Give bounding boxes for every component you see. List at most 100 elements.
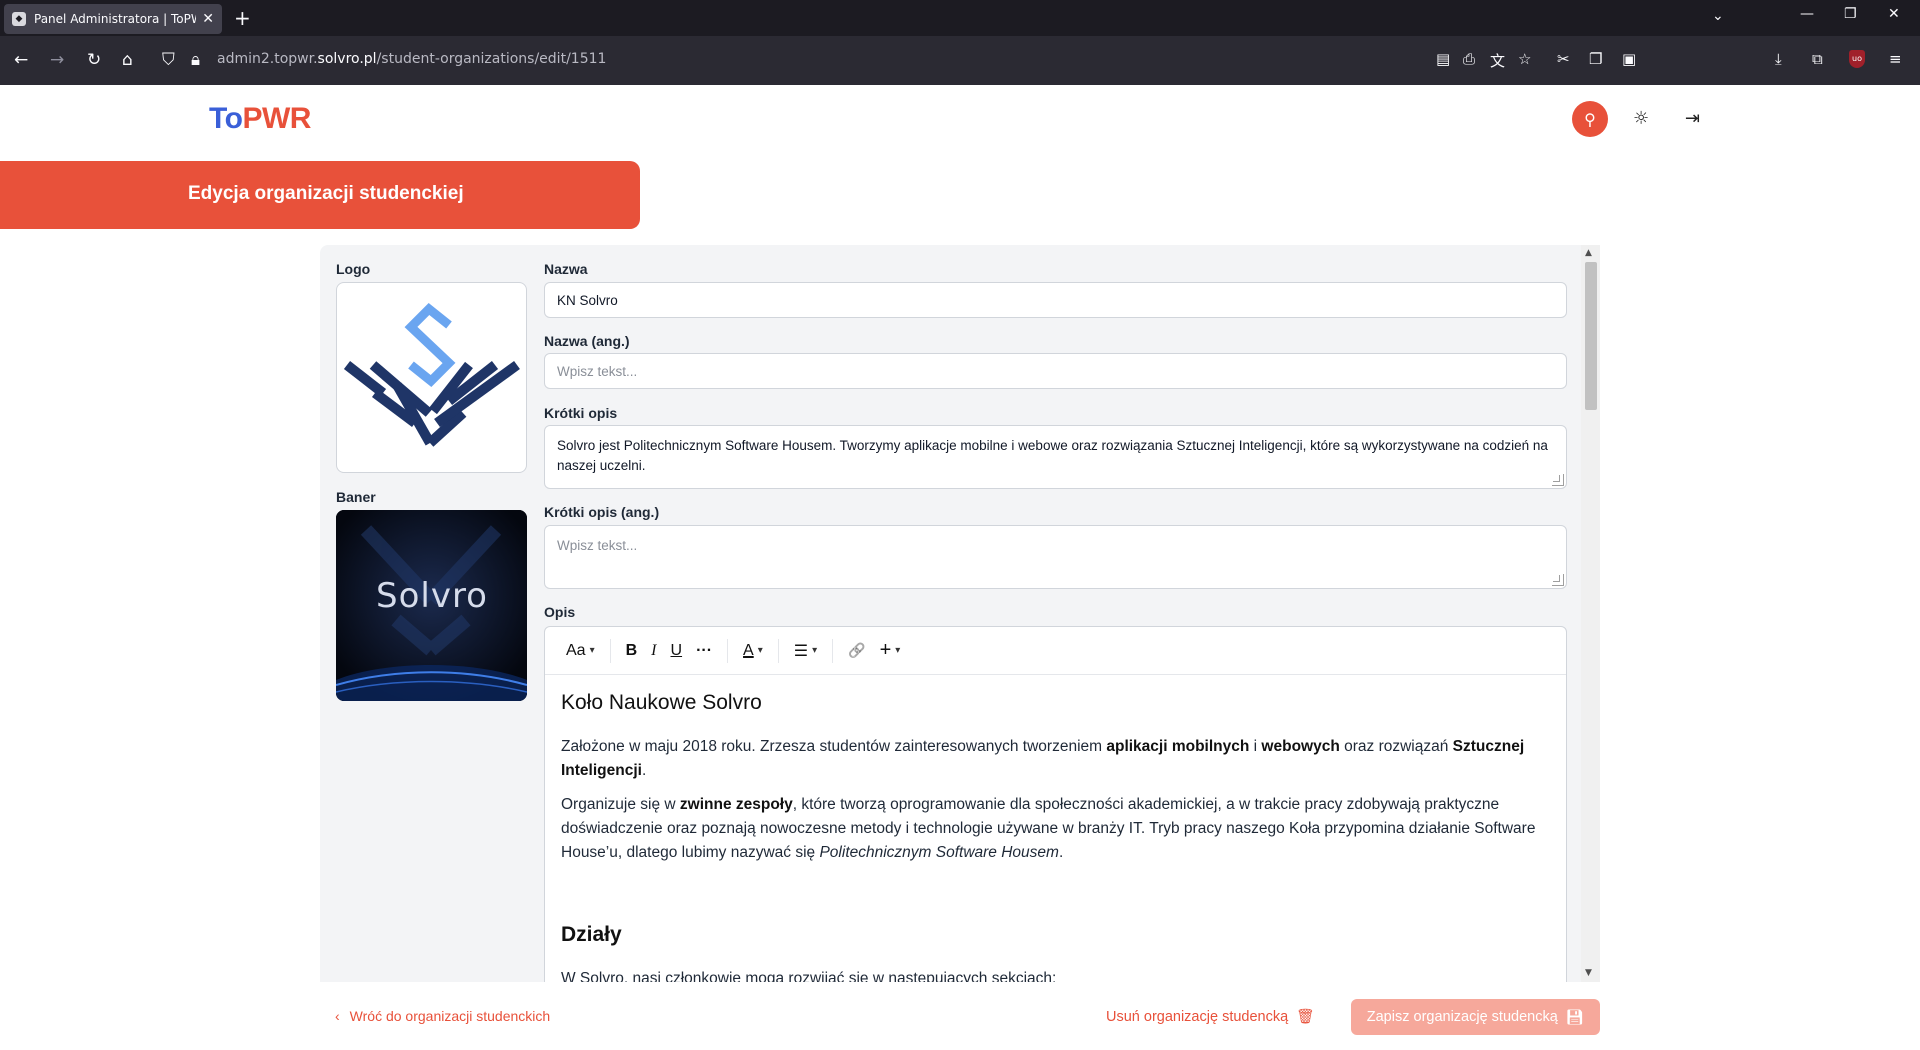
- insert-dropdown[interactable]: + ▾: [873, 636, 908, 666]
- list-dropdown[interactable]: ☰ ▾: [787, 636, 824, 666]
- chevron-left-icon: ‹: [335, 1008, 340, 1024]
- extensions-icon[interactable]: ⧉: [1812, 50, 1823, 68]
- underline-button[interactable]: U: [664, 636, 690, 666]
- translate-icon[interactable]: 文: [1490, 50, 1505, 71]
- toolbar-divider: [727, 638, 729, 663]
- italic-run: Politechnicznym Software Housem: [819, 844, 1059, 861]
- scrollbar-thumb[interactable]: [1585, 262, 1597, 410]
- toolbar-divider: [777, 638, 779, 663]
- solvro-logo-image: [343, 302, 520, 447]
- short-desc-textarea[interactable]: Solvro jest Politechnicznym Software Hou…: [544, 425, 1567, 489]
- rich-text-editor[interactable]: Aa ▾ B I U ··· A ▾ ☰ ▾ 🔗 + ▾ Koło Naukowe So…: [544, 626, 1567, 982]
- content-heading-1: Koło Naukowe Solvro: [561, 691, 762, 714]
- resize-handle-icon[interactable]: [1552, 474, 1564, 486]
- logo-to-text: To: [209, 102, 243, 135]
- text-run: .: [1058, 844, 1064, 861]
- url-path: /student-organizations/edit/1511: [376, 51, 607, 67]
- delete-label: Usuń organizację studencką: [1106, 1009, 1289, 1025]
- name-en-input[interactable]: Wpisz tekst...: [544, 353, 1567, 389]
- text-style-dropdown[interactable]: Aa ▾: [559, 636, 602, 666]
- user-avatar[interactable]: ⚲: [1572, 101, 1608, 137]
- address-bar[interactable]: admin2.topwr.solvro.pl/student-organizat…: [217, 51, 606, 67]
- list-icon: ☰: [793, 642, 809, 660]
- chevron-down-icon: ▾: [812, 645, 818, 656]
- content-heading-2: Działy: [561, 923, 622, 946]
- plus-icon: +: [879, 639, 892, 661]
- bold-run: webowych: [1261, 738, 1340, 755]
- restore-icon[interactable]: ❐: [1844, 6, 1857, 22]
- short-desc-en-textarea[interactable]: Wpisz tekst...: [544, 525, 1567, 589]
- new-tab-icon[interactable]: +: [234, 6, 251, 30]
- link-button[interactable]: 🔗: [841, 636, 872, 666]
- download-icon[interactable]: ⤓: [1775, 50, 1782, 68]
- resize-handle-icon[interactable]: [1552, 574, 1564, 586]
- logo-image-upload[interactable]: [336, 282, 527, 473]
- home-icon[interactable]: ⌂: [122, 50, 133, 70]
- text-style-label: Aa: [566, 641, 586, 659]
- save-label: Zapisz organizację studencką: [1366, 1009, 1558, 1025]
- scroll-down-arrow-icon[interactable]: ▼: [1585, 968, 1592, 978]
- tab-list-chevron-icon[interactable]: ⌄: [1712, 8, 1724, 24]
- description-label: Opis: [544, 604, 576, 620]
- chevron-down-icon: ▾: [757, 645, 763, 656]
- text-color-icon: A: [743, 641, 754, 659]
- edit-form-panel: Logo Baner Solvro Nazwa KN Solvro Nazwa …: [320, 245, 1600, 982]
- theme-toggle-sun-icon[interactable]: ☼: [1633, 108, 1649, 129]
- bookmark-star-icon[interactable]: ☆: [1518, 50, 1531, 68]
- italic-button[interactable]: I: [644, 636, 663, 666]
- menu-hamburger-icon[interactable]: ≡: [1889, 50, 1902, 68]
- logo-label: Logo: [336, 261, 371, 277]
- panel-scrollbar[interactable]: ▲ ▼: [1581, 245, 1600, 982]
- editor-content[interactable]: Koło Naukowe Solvro Założone w maju 2018…: [545, 675, 1566, 982]
- shield-icon[interactable]: ⛉: [162, 50, 175, 70]
- text-color-dropdown[interactable]: A ▾: [736, 636, 770, 666]
- browser-tab-bar: ◆ Panel Administratora | ToPWR b ✕ + ⌄ —…: [0, 0, 1920, 36]
- browser-tab[interactable]: ◆ Panel Administratora | ToPWR b ✕: [4, 4, 222, 34]
- content-paragraph-2: Organizuje się w zwinne zespoły, które t…: [561, 793, 1550, 865]
- name-en-label: Nazwa (ang.): [544, 333, 630, 349]
- bold-button[interactable]: B: [619, 636, 645, 666]
- reload-icon[interactable]: ↻: [87, 50, 101, 70]
- bold-run: aplikacji mobilnych: [1106, 738, 1250, 755]
- topwr-logo[interactable]: ToPWR: [209, 102, 311, 136]
- tab-close-icon[interactable]: ✕: [202, 11, 214, 27]
- save-organization-button[interactable]: Zapisz organizację studencką 💾︎: [1351, 999, 1600, 1035]
- minimize-icon[interactable]: —: [1800, 6, 1814, 22]
- floppy-disk-icon: 💾︎: [1565, 1009, 1585, 1026]
- back-link-label: Wróć do organizacji studenckich: [349, 1008, 551, 1024]
- short-desc-text: Solvro jest Politechnicznym Software Hou…: [557, 438, 1548, 473]
- tab-title: Panel Administratora | ToPWR b: [34, 12, 196, 26]
- logo-pwr-text: PWR: [242, 102, 311, 135]
- lock-icon[interactable]: 🔒︎: [191, 50, 200, 70]
- more-formatting-button[interactable]: ···: [689, 636, 719, 666]
- name-label: Nazwa: [544, 261, 588, 277]
- forward-arrow-icon[interactable]: →: [50, 50, 64, 70]
- text-run: Założone w maju 2018 roku. Zrzesza stude…: [561, 738, 1107, 755]
- text-run: Organizuje się w: [561, 796, 680, 813]
- banner-label: Baner: [336, 489, 376, 505]
- save-page-icon[interactable]: ⎙: [1463, 50, 1475, 68]
- browser-nav-bar: ← → ↻ ⌂ ⛉ 🔒︎ admin2.topwr.solvro.pl/stud…: [0, 36, 1920, 85]
- url-prefix: admin2.topwr.: [217, 51, 318, 67]
- scissors-icon[interactable]: ✂: [1557, 50, 1570, 68]
- toolbar-divider: [832, 638, 834, 663]
- copy-icon[interactable]: ❐: [1589, 50, 1602, 68]
- link-icon: 🔗: [848, 642, 866, 658]
- ublock-icon[interactable]: uo: [1849, 50, 1865, 68]
- name-input[interactable]: KN Solvro: [544, 282, 1567, 318]
- window-close-icon[interactable]: ✕: [1888, 6, 1900, 22]
- scroll-up-arrow-icon[interactable]: ▲: [1585, 248, 1592, 258]
- url-domain: solvro.pl: [317, 51, 377, 67]
- reader-view-icon[interactable]: ▤: [1436, 50, 1450, 68]
- short-desc-en-placeholder: Wpisz tekst...: [557, 538, 638, 553]
- user-icon: ⚲: [1584, 109, 1596, 129]
- delete-organization-button[interactable]: Usuń organizację studencką 🗑︎: [1106, 1008, 1315, 1025]
- clipboard-icon[interactable]: ▣: [1622, 50, 1636, 68]
- text-run: i: [1249, 738, 1262, 755]
- back-arrow-icon[interactable]: ←: [14, 50, 28, 70]
- banner-image-upload[interactable]: Solvro: [336, 510, 527, 701]
- back-to-organizations-link[interactable]: ‹ Wróć do organizacji studenckich: [335, 1008, 550, 1024]
- text-run: oraz rozwiązań: [1339, 738, 1453, 755]
- logout-icon[interactable]: ⇥: [1685, 108, 1700, 129]
- banner-text: Solvro: [376, 576, 488, 616]
